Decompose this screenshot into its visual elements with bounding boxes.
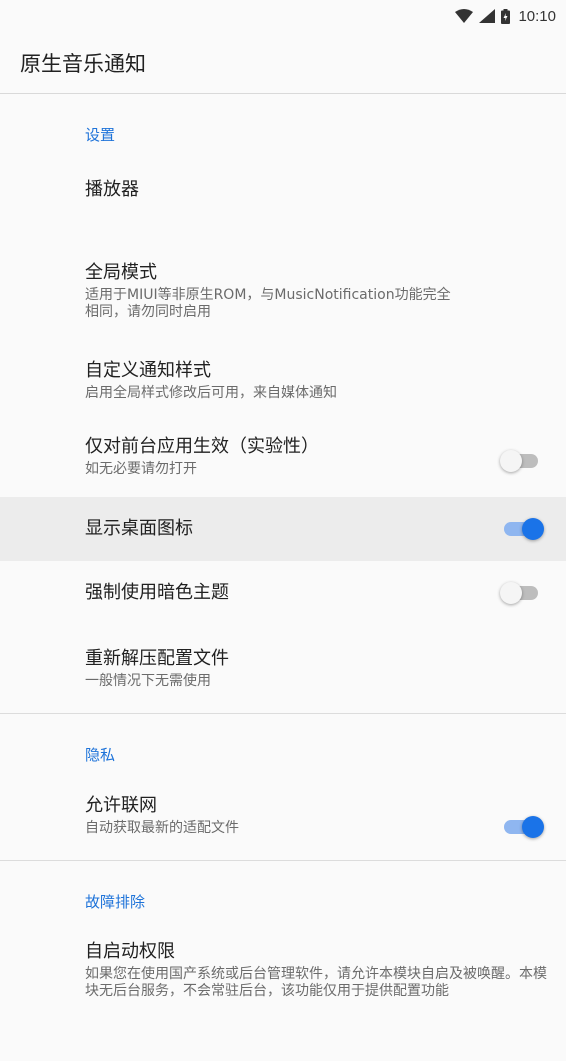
pref-title: 播放器 [85,179,139,200]
pref-title: 自定义通知样式 [85,360,211,381]
pref-reextract-config[interactable]: 重新解压配置文件 一般情况下无需使用 [0,625,566,713]
pref-summary: 自动获取最新的适配文件 [85,820,239,836]
pref-autostart-permission[interactable]: 自启动权限 如果您在使用国产系统或后台管理软件，请允许本模块自启及被唤醒。本模块… [0,941,566,1061]
pref-summary: 如无必要请勿打开 [85,461,197,477]
pref-custom-notification-style[interactable]: 自定义通知样式 启用全局样式修改后可用，来自媒体通知 [0,340,566,424]
pref-title: 显示桌面图标 [85,518,193,539]
preference-list[interactable]: 设置 播放器 全局模式 适用于MIUI等非原生ROM，与MusicNotific… [0,94,566,1061]
pref-title: 强制使用暗色主题 [85,582,229,603]
category-header-troubleshoot: 故障排除 [85,893,146,911]
page-title: 原生音乐通知 [20,51,146,76]
wifi-icon [455,9,474,23]
status-bar: 10:10 [0,0,566,32]
pref-show-desktop-icon[interactable]: 显示桌面图标 [0,497,566,561]
signal-icon [479,9,496,23]
foreground-only-switch[interactable] [500,449,542,472]
pref-title: 允许联网 [85,795,157,816]
pref-title: 仅对前台应用生效（实验性） [85,436,319,457]
category-header-settings: 设置 [85,126,116,144]
pref-player[interactable]: 播放器 [0,177,566,237]
pref-title: 全局模式 [85,262,157,283]
category-header-privacy: 隐私 [85,746,116,764]
status-time: 10:10 [518,7,556,25]
show-desktop-icon-switch[interactable] [504,518,544,540]
force-dark-theme-switch[interactable] [500,582,542,604]
pref-allow-network[interactable]: 允许联网 自动获取最新的适配文件 [0,794,566,860]
pref-title: 重新解压配置文件 [85,648,229,669]
pref-summary: 适用于MIUI等非原生ROM，与MusicNotification功能完全相同，… [85,287,451,320]
pref-summary: 启用全局样式修改后可用，来自媒体通知 [85,385,337,401]
allow-network-switch[interactable] [504,816,544,838]
pref-foreground-only[interactable]: 仅对前台应用生效（实验性） 如无必要请勿打开 [0,424,566,497]
pref-summary: 一般情况下无需使用 [85,673,211,689]
pref-global-mode[interactable]: 全局模式 适用于MIUI等非原生ROM，与MusicNotification功能… [0,237,566,340]
app-bar: 原生音乐通知 [0,32,566,94]
pref-force-dark-theme[interactable]: 强制使用暗色主题 [0,561,566,625]
pref-summary: 如果您在使用国产系统或后台管理软件，请允许本模块自启及被唤醒。本模块无后台服务，… [85,966,547,999]
pref-title: 自启动权限 [85,941,175,962]
battery-icon [501,8,511,24]
